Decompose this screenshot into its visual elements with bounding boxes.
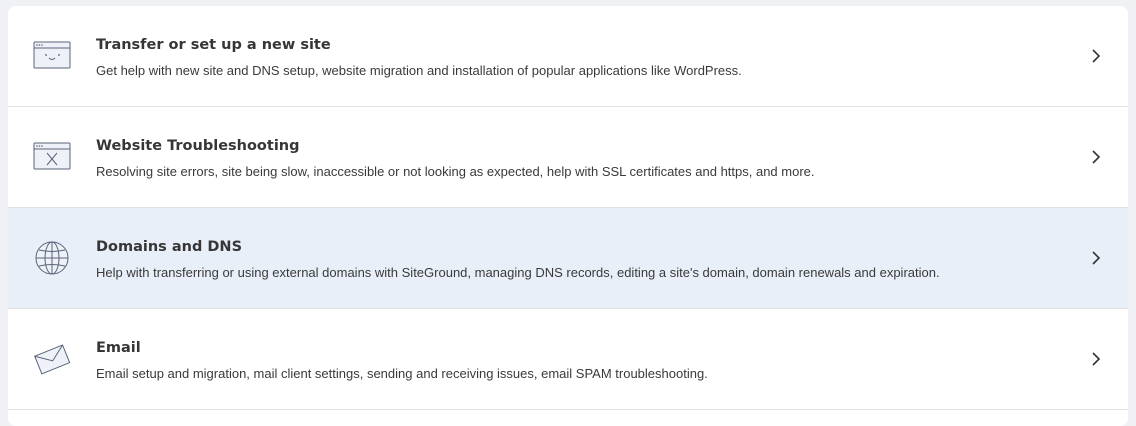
globe-icon bbox=[35, 241, 69, 275]
topic-title: Transfer or set up a new site bbox=[96, 37, 331, 53]
chevron-right-icon bbox=[1092, 49, 1101, 63]
topic-title: Email bbox=[96, 340, 141, 356]
topic-title: Website Troubleshooting bbox=[96, 138, 300, 154]
chevron-right-icon bbox=[1092, 251, 1101, 265]
topic-row-domains-dns[interactable]: Domains and DNS Help with transferring o… bbox=[8, 208, 1128, 309]
chevron-right-icon bbox=[1092, 150, 1101, 164]
topic-row-email[interactable]: Email Email setup and migration, mail cl… bbox=[8, 309, 1128, 410]
support-topics-list: Transfer or set up a new site Get help w… bbox=[8, 6, 1128, 426]
topic-description: Get help with new site and DNS setup, we… bbox=[96, 63, 742, 78]
chevron-right-icon bbox=[1092, 352, 1101, 366]
envelope-icon bbox=[34, 344, 71, 375]
topic-title: Domains and DNS bbox=[96, 239, 243, 255]
browser-window-smile-icon bbox=[33, 41, 71, 69]
topic-description: Resolving site errors, site being slow, … bbox=[96, 164, 815, 179]
topic-row-website-troubleshooting[interactable]: Website Troubleshooting Resolving site e… bbox=[8, 107, 1128, 208]
topic-description: Help with transferring or using external… bbox=[96, 265, 940, 280]
browser-window-error-icon bbox=[33, 142, 71, 170]
topic-description: Email setup and migration, mail client s… bbox=[96, 366, 708, 381]
topic-row-transfer-setup[interactable]: Transfer or set up a new site Get help w… bbox=[8, 6, 1128, 107]
